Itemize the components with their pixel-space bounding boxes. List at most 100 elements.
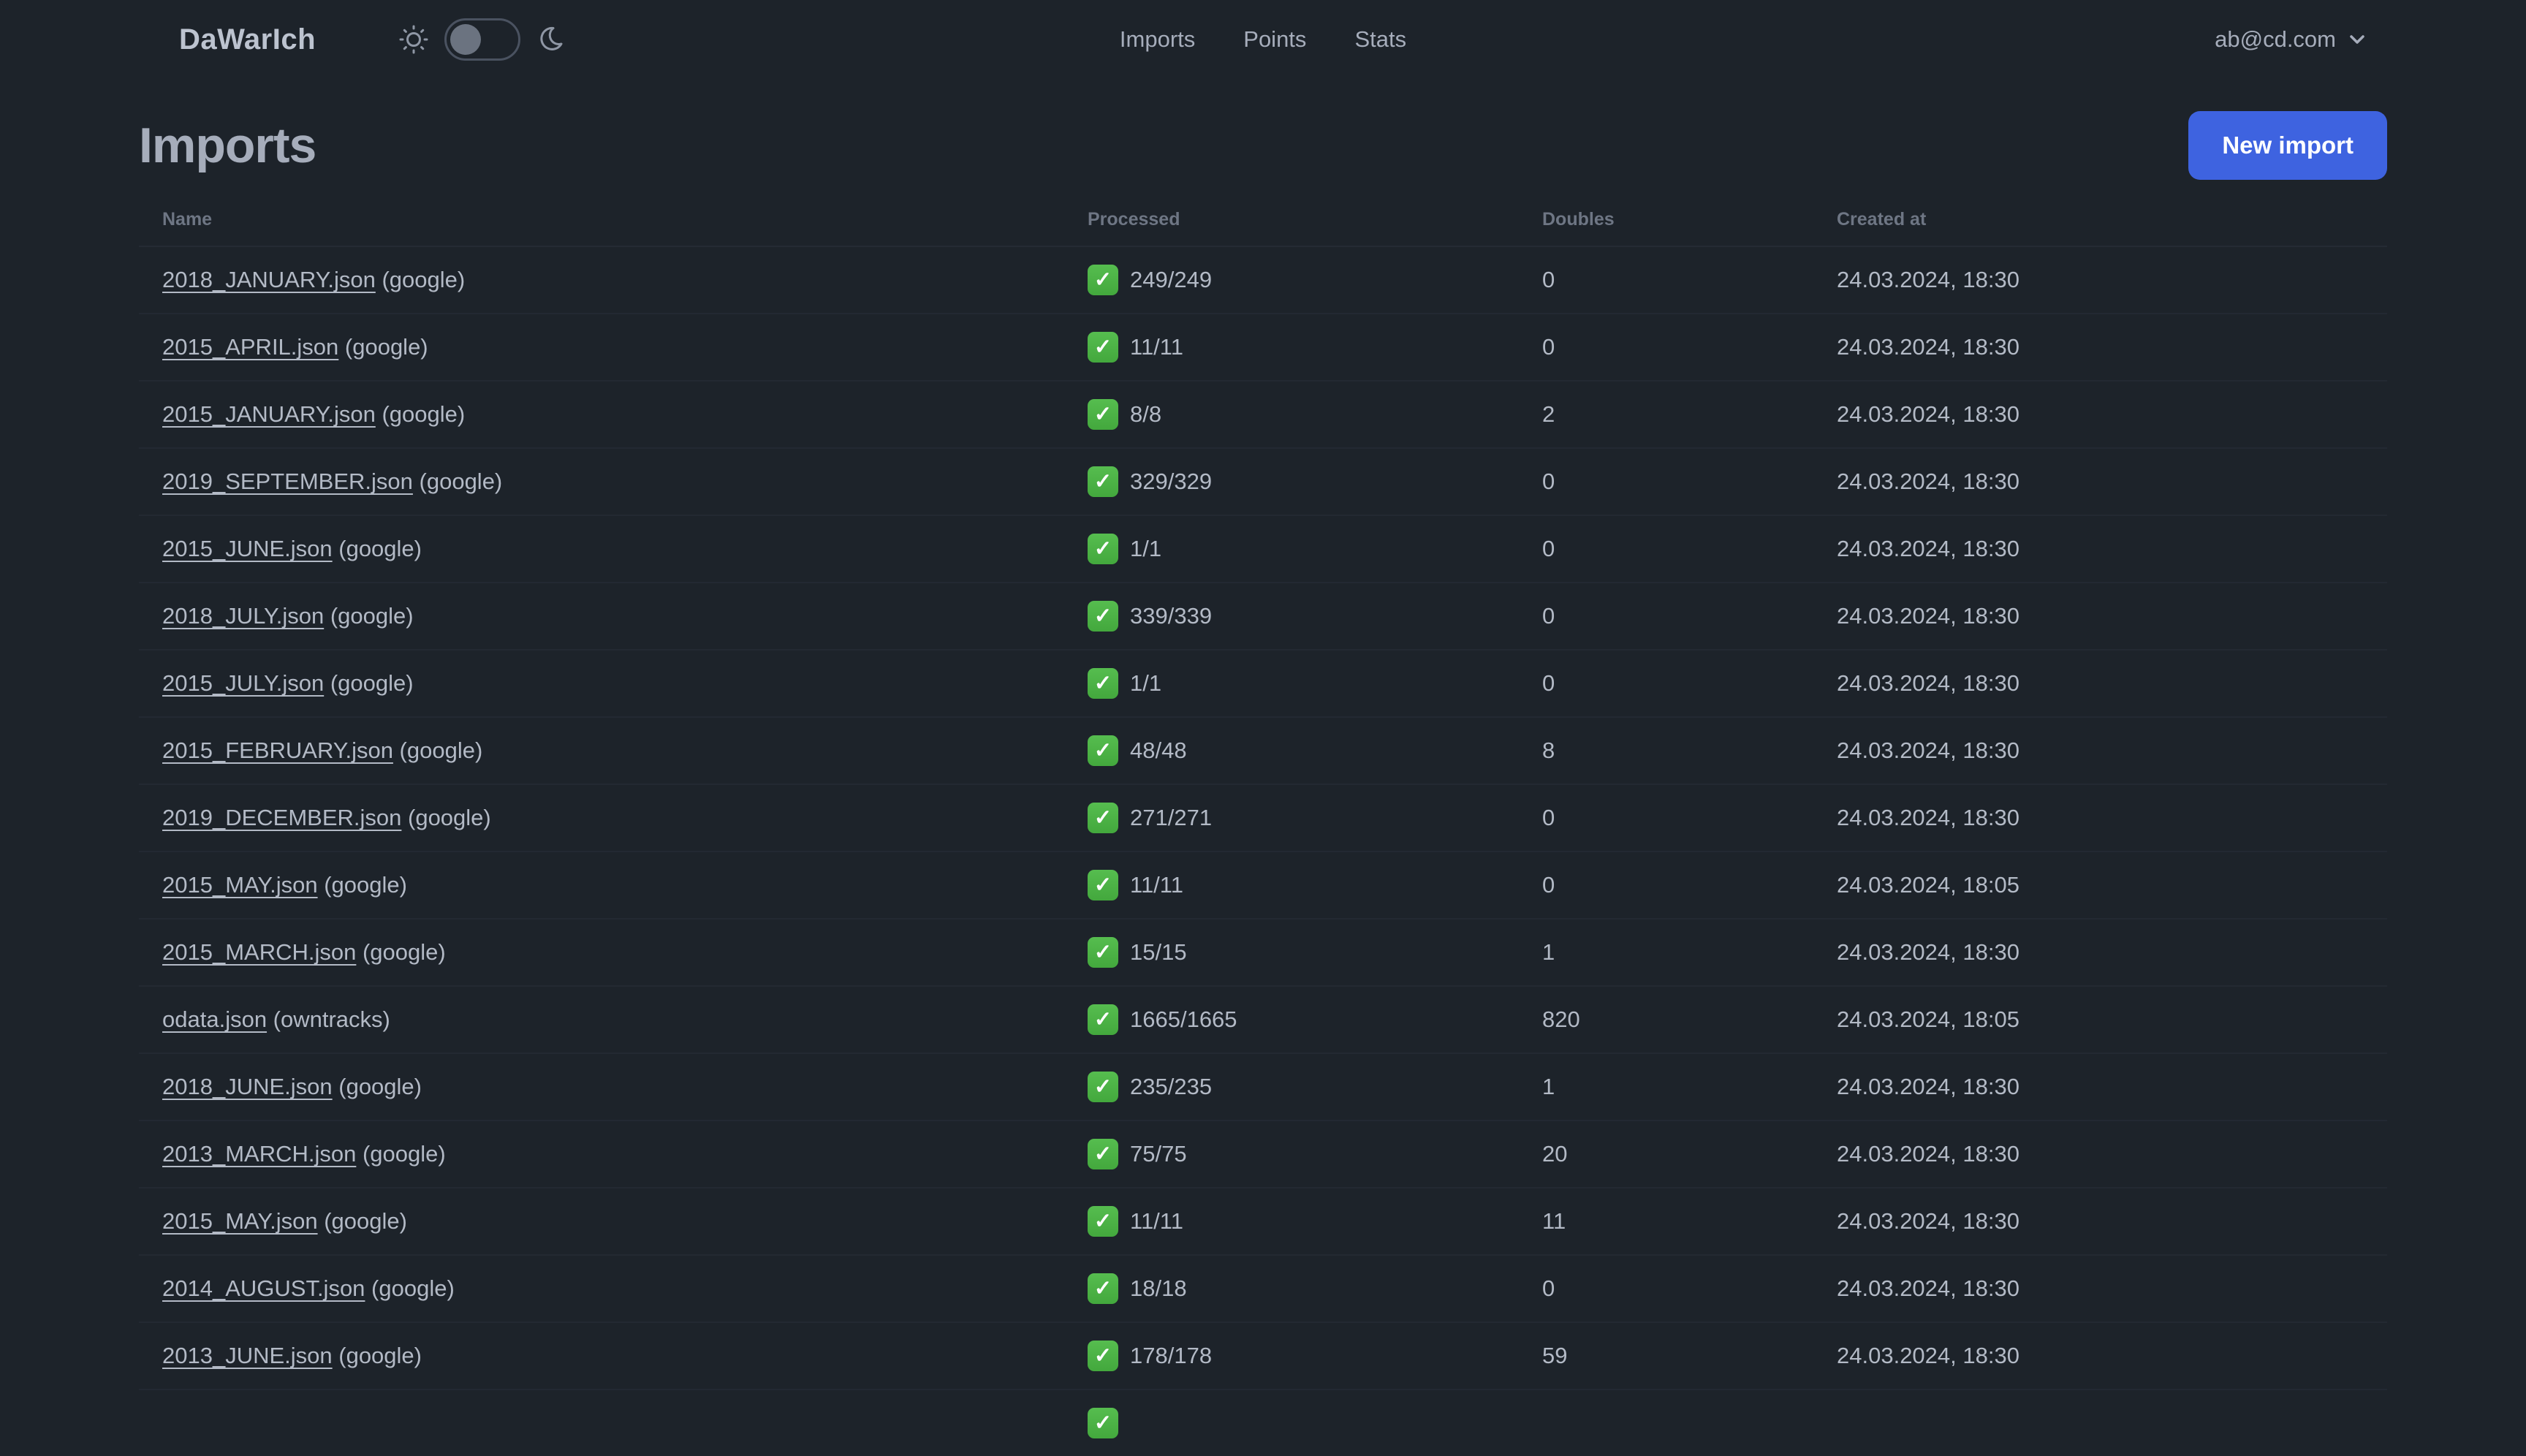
processed-cell: ✓ 11/11	[1088, 1206, 1542, 1237]
processed-cell: ✓ 8/8	[1088, 399, 1542, 430]
toggle-knob	[450, 24, 482, 55]
processed-count: 329/329	[1130, 469, 1213, 494]
import-file-link[interactable]: 2015_FEBRUARY.json	[162, 738, 393, 763]
import-file-link[interactable]: 2014_AUGUST.json	[162, 1275, 365, 1301]
processed-cell: ✓ 1665/1665	[1088, 1004, 1542, 1035]
import-source: (google)	[375, 267, 466, 292]
import-file-link[interactable]: 2015_JULY.json	[162, 670, 324, 696]
page-head: Imports New import	[0, 111, 2526, 180]
import-file-link[interactable]: 2018_JUNE.json	[162, 1074, 333, 1099]
created-at: 24.03.2024, 18:30	[1837, 401, 2019, 427]
created-at: 24.03.2024, 18:05	[1837, 872, 2019, 898]
import-file-link[interactable]: 2019_DECEMBER.json	[162, 805, 401, 830]
import-name-cell: 2015_JUNE.json (google)	[139, 536, 1088, 562]
import-name-cell: 2015_MAY.json (google)	[139, 1208, 1088, 1235]
created-at: 24.03.2024, 18:30	[1837, 670, 2019, 696]
table-row: odata.json (owntracks) ✓ 1665/1665 820 24.03…	[139, 987, 2387, 1054]
nav-link-points[interactable]: Points	[1243, 26, 1306, 53]
doubles-count: 1	[1542, 1074, 1555, 1099]
check-icon: ✓	[1088, 1273, 1118, 1304]
created-at: 24.03.2024, 18:30	[1837, 939, 2019, 965]
new-import-button[interactable]: New import	[2188, 111, 2387, 180]
sun-icon	[398, 23, 430, 56]
import-name-cell: 2018_JULY.json (google)	[139, 603, 1088, 629]
check-icon: ✓	[1088, 870, 1118, 900]
import-name-cell: 2015_MARCH.json (google)	[139, 939, 1088, 966]
import-name-cell: odata.json (owntracks)	[139, 1006, 1088, 1033]
page-title: Imports	[139, 117, 316, 173]
navbar: DaWarIch Imports Points Stats ab@cd.com	[0, 0, 2526, 79]
doubles-count: 0	[1542, 334, 1555, 360]
processed-cell: ✓ 11/11	[1088, 870, 1542, 900]
import-file-link[interactable]: 2013_MARCH.json	[162, 1141, 356, 1167]
import-name-cell: 2018_JANUARY.json (google)	[139, 267, 1088, 293]
import-file-link[interactable]: 2013_JUNE.json	[162, 1343, 333, 1368]
column-header-created-at: Created at	[1837, 208, 1927, 230]
table-row: 2019_SEPTEMBER.json (google) ✓ 329/329 0 24.…	[139, 449, 2387, 516]
import-file-link[interactable]: 2015_JANUARY.json	[162, 401, 376, 427]
import-file-link[interactable]: 2015_JUNE.json	[162, 536, 333, 561]
created-at: 24.03.2024, 18:30	[1837, 469, 2019, 494]
import-file-link[interactable]: 2015_MAY.json	[162, 872, 318, 898]
import-source: (google)	[324, 670, 414, 696]
table-row: 2018_JULY.json (google) ✓ 339/339 0 24.03.20…	[139, 583, 2387, 651]
check-icon: ✓	[1088, 937, 1118, 968]
import-file-link[interactable]: 2018_JULY.json	[162, 603, 324, 629]
import-name-cell: 2013_JUNE.json (google)	[139, 1343, 1088, 1369]
created-at: 24.03.2024, 18:30	[1837, 536, 2019, 561]
import-file-link[interactable]: 2015_APRIL.json	[162, 334, 338, 360]
nav-link-stats[interactable]: Stats	[1354, 26, 1406, 53]
table-row: 2015_MAY.json (google) ✓ 11/11 0 24.03.2024,…	[139, 852, 2387, 920]
created-at: 24.03.2024, 18:30	[1837, 805, 2019, 830]
table-row: 2015_APRIL.json (google) ✓ 11/11 0 24.03.202…	[139, 314, 2387, 382]
doubles-count: 0	[1542, 469, 1555, 494]
app-logo[interactable]: DaWarIch	[179, 23, 316, 56]
import-name-cell: 2014_AUGUST.json (google)	[139, 1275, 1088, 1302]
import-source: (google)	[356, 1141, 446, 1167]
processed-count: 235/235	[1130, 1074, 1213, 1099]
import-source: (google)	[375, 401, 466, 427]
nav-link-imports[interactable]: Imports	[1120, 26, 1195, 53]
table-row: 2015_JULY.json (google) ✓ 1/1 0 24.03.2024, …	[139, 651, 2387, 718]
table-row: 2013_MARCH.json (google) ✓ 75/75 20 24.03.20…	[139, 1121, 2387, 1188]
import-name-cell: 2015_MAY.json (google)	[139, 872, 1088, 898]
table-row: 2018_JUNE.json (google) ✓ 235/235 1 24.03.20…	[139, 1054, 2387, 1121]
theme-toggle-switch[interactable]	[444, 18, 521, 61]
main-nav: Imports Points Stats	[1120, 26, 1406, 53]
created-at: 24.03.2024, 18:30	[1837, 1208, 2019, 1234]
import-name-cell: 2015_APRIL.json (google)	[139, 334, 1088, 360]
doubles-count: 0	[1542, 536, 1555, 561]
import-file-link[interactable]: 2015_MAY.json	[162, 1208, 318, 1234]
import-name-cell: 2019_SEPTEMBER.json (google)	[139, 469, 1088, 495]
check-icon: ✓	[1088, 803, 1118, 833]
import-source: (google)	[392, 738, 483, 763]
import-source: (google)	[332, 1343, 422, 1368]
import-file-link[interactable]: odata.json	[162, 1006, 267, 1032]
check-icon: ✓	[1088, 399, 1118, 430]
created-at: 24.03.2024, 18:30	[1837, 1275, 2019, 1301]
table-row-partial: ✓	[139, 1390, 2387, 1456]
processed-cell: ✓ 1/1	[1088, 668, 1542, 699]
import-name-cell: 2013_MARCH.json (google)	[139, 1141, 1088, 1167]
check-icon: ✓	[1088, 1004, 1118, 1035]
processed-count: 271/271	[1130, 805, 1213, 830]
doubles-count: 0	[1542, 872, 1555, 898]
import-file-link[interactable]: 2019_SEPTEMBER.json	[162, 469, 413, 494]
main-content: Imports New import Name Processed Doubles C…	[0, 111, 2526, 1456]
doubles-count: 0	[1542, 267, 1555, 292]
processed-count: 8/8	[1130, 401, 1162, 427]
table-row: 2019_DECEMBER.json (google) ✓ 271/271 0 24.0…	[139, 785, 2387, 852]
import-file-link[interactable]: 2015_MARCH.json	[162, 939, 356, 965]
processed-cell: ✓ 18/18	[1088, 1273, 1542, 1304]
user-menu[interactable]: ab@cd.com	[2215, 26, 2368, 53]
processed-cell: ✓ 1/1	[1088, 534, 1542, 564]
processed-cell: ✓ 339/339	[1088, 601, 1542, 632]
processed-cell: ✓ 235/235	[1088, 1072, 1542, 1102]
created-at: 24.03.2024, 18:30	[1837, 1343, 2019, 1368]
processed-count: 15/15	[1130, 939, 1187, 965]
processed-count: 339/339	[1130, 603, 1213, 629]
import-file-link[interactable]: 2018_JANUARY.json	[162, 267, 376, 292]
table-row: 2014_AUGUST.json (google) ✓ 18/18 0 24.03.20…	[139, 1256, 2387, 1323]
created-at: 24.03.2024, 18:05	[1837, 1006, 2019, 1032]
table-row: 2015_JUNE.json (google) ✓ 1/1 0 24.03.2024, …	[139, 516, 2387, 583]
